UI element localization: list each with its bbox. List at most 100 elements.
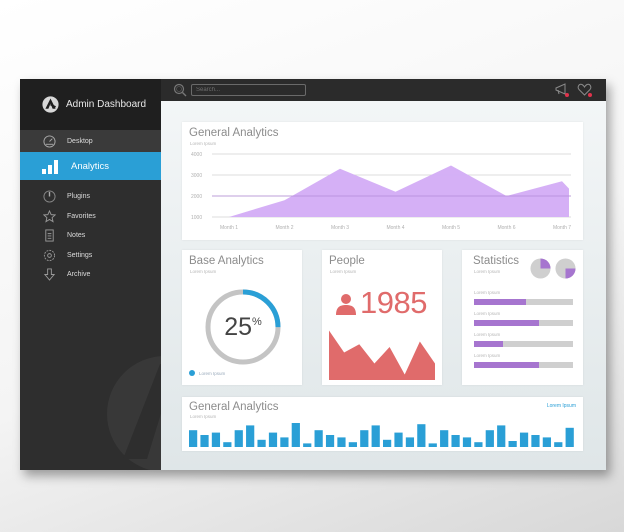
bar: [189, 430, 198, 447]
sidebar-item-favorites[interactable]: Favorites: [20, 207, 161, 227]
general-analytics-card: General Analytics Lorem Ipsum 1000 2000 30…: [182, 122, 583, 240]
person-icon: [336, 294, 356, 315]
stat-bar-fill: [474, 362, 540, 368]
brand: Admin Dashboard: [20, 79, 161, 130]
bar: [371, 425, 380, 447]
watermark-logo-icon: [107, 356, 161, 470]
people-count: 1985: [360, 285, 427, 320]
lorem-ipsum-link[interactable]: Lorem Ipsum: [547, 403, 576, 409]
stat-bar-fill: [474, 299, 527, 305]
x-tick-label: Month 5: [442, 225, 460, 231]
bar: [451, 435, 460, 447]
sidebar-item-label: Desktop: [67, 137, 93, 145]
sidebar-item-desktop[interactable]: Desktop: [20, 130, 161, 152]
bar: [200, 435, 209, 447]
pie-chart-2: [555, 258, 576, 279]
sidebar-item-label: Favorites: [67, 212, 96, 220]
x-tick-label: Month 3: [331, 225, 349, 231]
bar: [360, 430, 369, 447]
y-tick-label: 1000: [191, 215, 202, 221]
progress-unit: %: [252, 316, 262, 328]
stat-bar-track: [474, 341, 573, 347]
bar: [440, 430, 449, 447]
stat-label: Lorem Ipsum: [474, 311, 501, 316]
notes-icon: [42, 229, 56, 243]
favorites-button[interactable]: [577, 82, 592, 97]
bar: [234, 430, 243, 447]
topbar: [161, 79, 606, 101]
sidebar-item-settings[interactable]: Settings: [20, 246, 161, 266]
bar: [554, 442, 563, 447]
x-tick-label: Month 6: [497, 225, 515, 231]
legend: Lorem Ipsum: [189, 370, 225, 376]
arrow-down-icon: [42, 268, 56, 282]
card-title: General Analytics: [189, 401, 279, 413]
sidebar-item-plugins[interactable]: Plugins: [20, 187, 161, 207]
bar: [268, 432, 278, 447]
bar: [497, 425, 506, 447]
sidebar-item-label: Settings: [67, 251, 93, 259]
bar-chart-icon: [42, 158, 60, 174]
people-area: [329, 330, 435, 380]
stat-bar-fill: [474, 320, 540, 326]
card-subtitle: Lorem Ipsum: [190, 414, 217, 419]
card-subtitle: Lorem Ipsum: [474, 269, 501, 274]
search-input[interactable]: [191, 84, 306, 96]
stat-row: Lorem Ipsum: [474, 332, 573, 347]
y-tick-label: 3000: [191, 173, 202, 179]
bar: [519, 432, 529, 447]
stat-bar-track: [474, 320, 573, 326]
stat-bar-track: [474, 362, 573, 368]
stat-row: Lorem Ipsum: [474, 353, 573, 368]
brand-logo-icon: [42, 96, 59, 113]
star-icon: [42, 209, 56, 223]
bar: [394, 432, 403, 447]
progress-number: 25: [224, 312, 253, 341]
sidebar-item-label: Notes: [67, 232, 86, 240]
legend-swatch: [189, 370, 195, 376]
card-subtitle: Lorem Ipsum: [190, 269, 217, 274]
bar: [508, 441, 517, 447]
y-tick-label: 2000: [191, 194, 202, 200]
sidebar-item-label: Plugins: [67, 193, 90, 201]
card-title: Base Analytics: [189, 255, 264, 267]
legend-label: Lorem Ipsum: [199, 370, 226, 376]
base-analytics-card: Base Analytics Lorem Ipsum 25% Lorem Ips…: [182, 250, 302, 385]
power-icon: [42, 190, 56, 204]
stat-row: Lorem Ipsum: [474, 290, 573, 305]
bar: [337, 437, 346, 447]
statistics-card: Statistics Lorem Ipsum Lorem Ipsum Lorem…: [462, 250, 583, 385]
stats-pies: [530, 258, 576, 279]
bar: [280, 437, 289, 447]
area-chart: 1000 2000 3000 4000 Month 1 Month 2 Month 3 Mon…: [191, 152, 571, 231]
bar: [325, 435, 335, 447]
topbar-icons: [554, 82, 592, 97]
bar: [383, 439, 392, 447]
bar: [314, 430, 323, 447]
x-tick-label: Month 1: [220, 225, 238, 231]
megaphone-button[interactable]: [554, 82, 569, 97]
stat-row: Lorem Ipsum: [474, 311, 573, 326]
bar: [246, 425, 255, 447]
stat-bar-track: [474, 299, 573, 305]
sidebar-item-label: Analytics: [71, 160, 110, 172]
sidebar-item-notes[interactable]: Notes: [20, 226, 161, 246]
x-tick-label: Month 7: [553, 225, 571, 231]
sidebar-item-analytics[interactable]: Analytics: [20, 152, 161, 180]
nav-list: Desktop Analytics Plugins Favorites Note…: [20, 130, 161, 285]
bar-chart: [189, 423, 574, 447]
bar: [223, 442, 232, 447]
main-content: General Analytics Lorem Ipsum 1000 2000 30…: [161, 101, 606, 470]
app-window: Admin Dashboard Desktop Analytics Plugin…: [20, 79, 606, 470]
search-icon[interactable]: [173, 83, 187, 97]
sidebar-item-archive[interactable]: Archive: [20, 265, 161, 285]
pie-chart-1: [530, 258, 551, 279]
card-title: People: [329, 255, 365, 267]
x-tick-label: Month 4: [386, 225, 404, 231]
notification-dot: [565, 93, 569, 97]
notification-dot: [588, 93, 592, 97]
general-analytics-bars-card: General Analytics Lorem Ipsum Lorem Ipsu…: [182, 397, 583, 451]
bar: [348, 442, 357, 447]
bar: [474, 442, 483, 447]
sidebar-item-label: Archive: [67, 271, 91, 279]
